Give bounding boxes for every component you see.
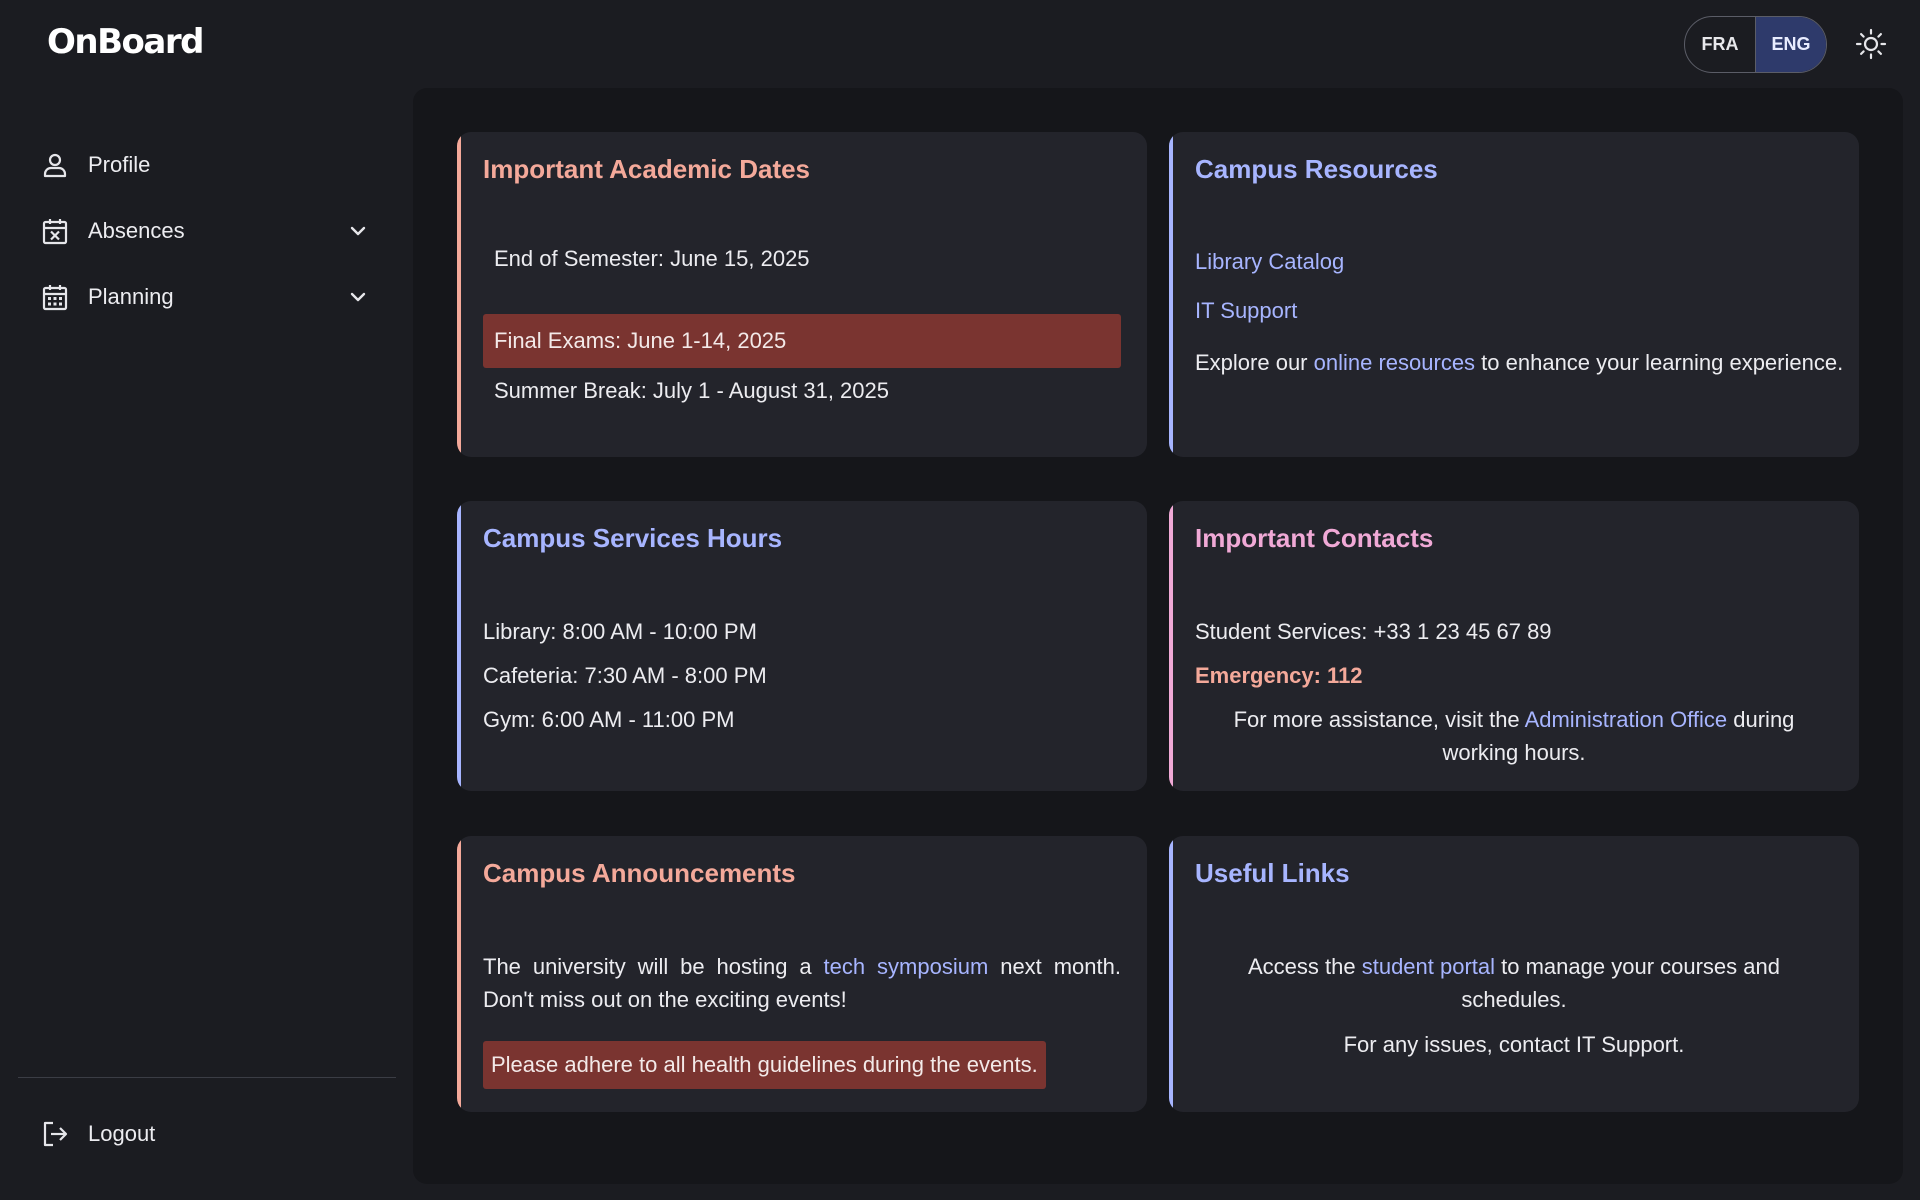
hours-item: Cafeteria: 7:30 AM - 8:00 PM [483,663,767,688]
sidebar-item-label: Planning [88,284,174,309]
user-icon [40,150,70,180]
calendar-grid-icon [40,282,70,312]
calendar-x-icon [40,216,70,246]
administration-office-link[interactable]: Administration Office [1525,707,1728,732]
services-hours-card: Campus Services Hours Library: 8:00 AM -… [457,501,1147,791]
announcements-card: Campus Announcements The university will… [457,836,1147,1112]
date-item: Summer Break: July 1 - August 31, 2025 [494,378,889,403]
tech-symposium-link[interactable]: tech symposium [824,954,989,979]
date-item: End of Semester: June 15, 2025 [494,246,810,271]
portal-text-pre: Access the [1248,954,1362,979]
card-title: Important Academic Dates [483,154,811,184]
card-title: Useful Links [1195,858,1350,888]
contacts-card: Important Contacts Student Services: +33… [1169,501,1859,791]
resources-text-pre: Explore our [1195,350,1314,375]
sidebar-item-absences[interactable]: Absences [40,209,380,253]
portal-text-post: to manage your courses and schedules. [1461,954,1780,1012]
sun-icon [1855,28,1887,60]
sidebar-item-label: Profile [88,152,151,177]
card-title: Campus Services Hours [483,523,783,553]
health-guidelines-alert: Please adhere to all health guidelines d… [483,1041,1046,1089]
app-logo[interactable]: OnBoard [47,22,204,62]
chevron-down-icon[interactable] [346,285,370,309]
emergency-number: Emergency: 112 [1195,663,1363,688]
card-title: Important Contacts [1195,523,1434,553]
chevron-down-icon[interactable] [346,219,370,243]
logout-button[interactable]: Logout [40,1112,380,1156]
academic-dates-card: Important Academic Dates End of Semester… [457,132,1147,457]
announcement-text: The university will be hosting a tech sy… [483,950,1121,1016]
library-catalog-link[interactable]: Library Catalog [1195,245,1344,278]
sidebar-item-profile[interactable]: Profile [40,143,380,187]
announcement-text-pre: The university will be hosting a [483,954,824,979]
sidebar-divider [18,1077,396,1078]
campus-resources-card: Campus Resources Library Catalog IT Supp… [1169,132,1859,457]
theme-toggle-button[interactable] [1854,27,1888,61]
logout-icon [40,1119,70,1149]
assistance-text-pre: For more assistance, visit the [1233,707,1525,732]
lang-eng-button[interactable]: ENG [1756,17,1826,72]
lang-fra-button[interactable]: FRA [1685,17,1756,72]
card-title: Campus Announcements [483,858,796,888]
logout-label: Logout [88,1121,156,1146]
hours-item: Gym: 6:00 AM - 11:00 PM [483,707,735,732]
assistance-text: For more assistance, visit the Administr… [1195,703,1833,769]
online-resources-link[interactable]: online resources [1314,350,1475,375]
student-services-phone: Student Services: +33 1 23 45 67 89 [1195,619,1552,644]
portal-text: Access the student portal to manage your… [1219,950,1809,1016]
it-support-text: For any issues, contact IT Support. [1343,1032,1685,1057]
resources-text-post: to enhance your learning experience. [1475,350,1844,375]
student-portal-link[interactable]: student portal [1362,954,1495,979]
hours-item: Library: 8:00 AM - 10:00 PM [483,619,757,644]
useful-links-card: Useful Links Access the student portal t… [1169,836,1859,1112]
card-title: Campus Resources [1195,154,1438,184]
language-switch: FRA ENG [1684,16,1827,73]
date-item-highlighted: Final Exams: June 1-14, 2025 [483,314,1121,368]
resources-text: Explore our online resources to enhance … [1195,346,1843,379]
sidebar-item-label: Absences [88,218,185,243]
it-support-link[interactable]: IT Support [1195,294,1297,327]
sidebar-item-planning[interactable]: Planning [40,275,380,319]
main-content: Important Academic Dates End of Semester… [413,88,1903,1184]
